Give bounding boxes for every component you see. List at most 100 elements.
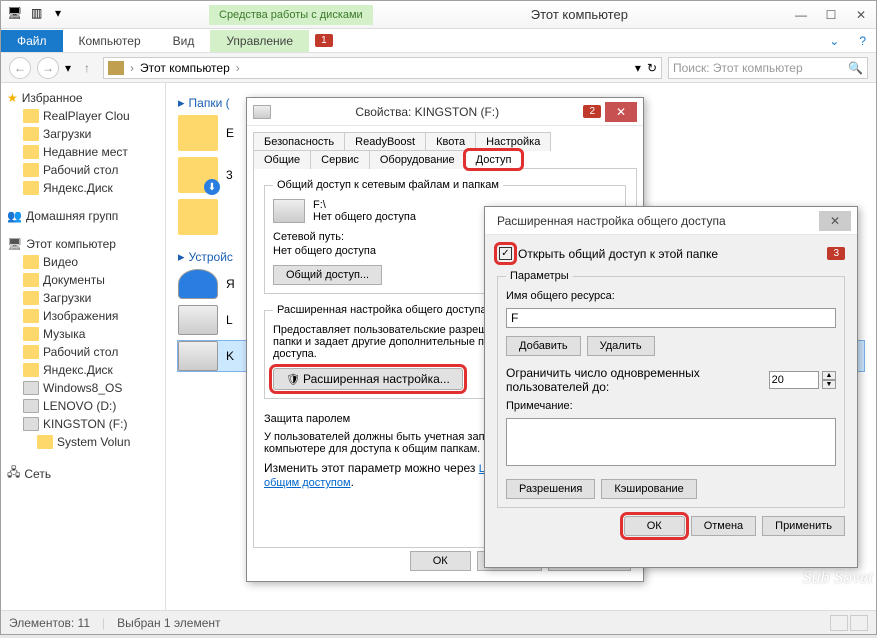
chevron-right-icon[interactable]: ›: [234, 61, 242, 75]
ribbon-expand-icon[interactable]: ⌄: [819, 34, 849, 48]
sidebar-item[interactable]: System Volun: [1, 433, 165, 451]
tab-readyboost[interactable]: ReadyBoost: [344, 132, 426, 151]
sidebar-item[interactable]: Яндекс.Диск: [1, 179, 165, 197]
tab-quota[interactable]: Квота: [425, 132, 476, 151]
qat-props-icon[interactable]: ▥: [31, 6, 49, 24]
title-bar: 🖥 ▥ ▾ Средства работы с дисками Этот ком…: [1, 1, 876, 29]
sidebar-item[interactable]: RealPlayer Clou: [1, 107, 165, 125]
limit-spinner[interactable]: ▲▼: [822, 371, 836, 389]
delete-button[interactable]: Удалить: [587, 336, 655, 356]
props-ok-button[interactable]: ОК: [410, 551, 471, 571]
folder-icon: [178, 115, 218, 151]
adv-apply-button[interactable]: Применить: [762, 516, 845, 536]
address-bar: ← → ▾ ↑ › Этот компьютер › ▾ ↻ Поиск: Эт…: [1, 53, 876, 83]
manage-tab-label: Управление: [226, 34, 293, 48]
note-textarea[interactable]: [506, 418, 836, 466]
caching-button[interactable]: Кэширование: [601, 479, 696, 499]
limit-input[interactable]: [769, 371, 819, 389]
forward-button[interactable]: →: [37, 57, 59, 79]
chevron-right-icon[interactable]: ›: [128, 61, 136, 75]
drive-icon: [178, 305, 218, 335]
adv-ok-button[interactable]: ОК: [624, 516, 685, 536]
permissions-button[interactable]: Разрешения: [506, 479, 595, 499]
sidebar-item[interactable]: Недавние мест: [1, 143, 165, 161]
address-dropdown-icon[interactable]: ▾: [635, 61, 641, 75]
tab-sharing[interactable]: Доступ: [465, 150, 523, 169]
tab-settings[interactable]: Настройка: [475, 132, 551, 151]
resname-label: Имя общего ресурса:: [506, 290, 836, 302]
sidebar-item[interactable]: KINGSTON (F:): [1, 415, 165, 433]
homegroup-header[interactable]: 👥Домашняя групп: [1, 207, 165, 225]
manage-tab[interactable]: Управление: [210, 30, 309, 52]
view-tab[interactable]: Вид: [157, 30, 211, 52]
tab-service[interactable]: Сервис: [310, 150, 370, 169]
status-bar: Элементов: 11 | Выбран 1 элемент: [1, 610, 876, 634]
advanced-share-button[interactable]: 🛡 Расширенная настройка...: [273, 368, 463, 390]
search-icon: 🔍: [848, 61, 863, 75]
sidebar-item[interactable]: Загрузки: [1, 289, 165, 307]
computer-tab[interactable]: Компьютер: [63, 30, 157, 52]
sidebar-item[interactable]: Документы: [1, 271, 165, 289]
thispc-header[interactable]: 🖥Этот компьютер: [1, 235, 165, 253]
search-placeholder: Поиск: Этот компьютер: [673, 61, 803, 75]
params-group: Параметры Имя общего ресурса: Добавить У…: [497, 270, 845, 508]
address-box[interactable]: › Этот компьютер › ▾ ↻: [103, 57, 662, 79]
refresh-icon[interactable]: ↻: [647, 61, 657, 75]
file-tab[interactable]: Файл: [1, 30, 63, 52]
adv-close-button[interactable]: ✕: [819, 211, 851, 231]
resname-input[interactable]: [506, 308, 836, 328]
tab-hardware[interactable]: Оборудование: [369, 150, 466, 169]
share-checkbox-label: Открыть общий доступ к этой папке: [518, 247, 718, 261]
checkbox-highlight: [497, 245, 514, 262]
tab-strip: Безопасность ReadyBoost Квота Настройка …: [253, 132, 637, 168]
network-label: Сеть: [24, 467, 51, 481]
folder-icon: [178, 157, 218, 193]
adv-button-row: ОК Отмена Применить: [497, 516, 845, 536]
sidebar-item[interactable]: Рабочий стол: [1, 161, 165, 179]
nav-pane: ★Избранное RealPlayer Clou Загрузки Неда…: [1, 83, 166, 610]
dialog-close-button[interactable]: ✕: [605, 102, 637, 122]
cloud-drive-icon: [178, 269, 218, 299]
favorites-header[interactable]: ★Избранное: [1, 89, 165, 107]
thispc-label: Этот компьютер: [26, 237, 116, 251]
drive-icon: [178, 341, 218, 371]
sidebar-item[interactable]: Изображения: [1, 307, 165, 325]
window-title: Этот компьютер: [373, 7, 786, 22]
limit-label: Ограничить число одновременных пользоват…: [506, 366, 736, 394]
network-share-legend: Общий доступ к сетевым файлам и папкам: [273, 179, 503, 191]
share-button[interactable]: Общий доступ...: [273, 265, 382, 285]
view-switcher: [830, 615, 868, 631]
up-button[interactable]: ↑: [77, 61, 97, 75]
badge-1: 1: [315, 34, 333, 47]
note-label: Примечание:: [506, 400, 836, 412]
favorites-label: Избранное: [22, 91, 83, 105]
icons-view-icon[interactable]: [850, 615, 868, 631]
sidebar-item[interactable]: Яндекс.Диск: [1, 361, 165, 379]
minimize-button[interactable]: —: [786, 4, 816, 26]
recent-dropdown-icon[interactable]: ▾: [65, 61, 71, 75]
sidebar-item[interactable]: Загрузки: [1, 125, 165, 143]
adv-cancel-button[interactable]: Отмена: [691, 516, 756, 536]
sidebar-item[interactable]: Рабочий стол: [1, 343, 165, 361]
tab-general[interactable]: Общие: [253, 150, 311, 169]
limit-field: ▲▼: [769, 371, 836, 389]
homegroup-label: Домашняя групп: [26, 209, 118, 223]
adv-titlebar: Расширенная настройка общего доступа ✕: [485, 207, 857, 235]
sidebar-item[interactable]: Музыка: [1, 325, 165, 343]
qat-dropdown-icon[interactable]: ▾: [55, 6, 73, 24]
crumb-thispc[interactable]: Этот компьютер: [136, 61, 234, 75]
help-icon[interactable]: ?: [849, 34, 876, 48]
sidebar-item[interactable]: Windows8_OS: [1, 379, 165, 397]
sidebar-item[interactable]: LENOVO (D:): [1, 397, 165, 415]
share-checkbox[interactable]: [499, 247, 512, 260]
close-button[interactable]: ✕: [846, 4, 876, 26]
back-button[interactable]: ←: [9, 57, 31, 79]
maximize-button[interactable]: ☐: [816, 4, 846, 26]
network-header[interactable]: 🖧Сеть: [1, 461, 165, 486]
badge-2: 2: [583, 105, 601, 118]
add-button[interactable]: Добавить: [506, 336, 581, 356]
search-input[interactable]: Поиск: Этот компьютер 🔍: [668, 57, 868, 79]
details-view-icon[interactable]: [830, 615, 848, 631]
sidebar-item[interactable]: Видео: [1, 253, 165, 271]
tab-security[interactable]: Безопасность: [253, 132, 345, 151]
